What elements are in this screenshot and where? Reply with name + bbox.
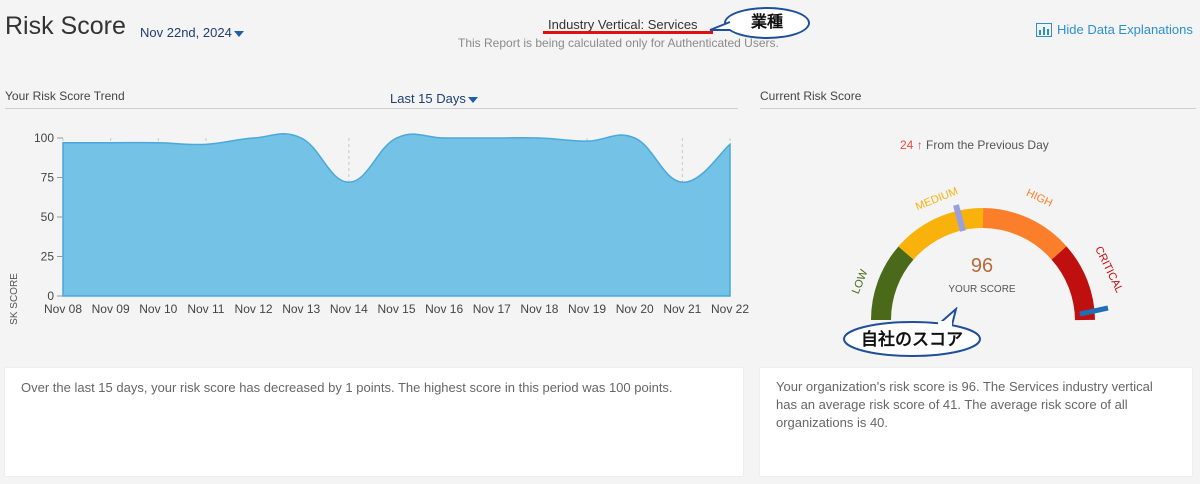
risk-score-trend-chart: 0 25 50 75 100 Nov 08 Nov 09 Nov 10 Nov 11 Nov 1… (9, 131, 749, 325)
x-tick-label: Nov 21 (663, 302, 701, 316)
y-tick-label: 100 (34, 131, 54, 145)
x-tick-label: Nov 16 (425, 302, 463, 316)
gauge-label-medium: MEDIUM (914, 185, 960, 213)
y-tick-label: 0 (47, 289, 54, 303)
chart-icon (1036, 22, 1052, 37)
caret-down-icon (233, 30, 244, 37)
current-explanation-text: Your organization's risk score is 96. Th… (776, 379, 1153, 430)
y-tick-label: 75 (41, 171, 55, 185)
x-tick-label: Nov 22 (711, 302, 749, 316)
score-value: 96 (971, 255, 993, 277)
range-selector[interactable]: Last 15 Days (390, 91, 478, 106)
date-selector[interactable]: Nov 22nd, 2024 (140, 25, 244, 40)
industry-callout-tail (709, 21, 731, 31)
range-label: Last 15 Days (390, 91, 466, 106)
trend-explanation-panel: Over the last 15 days, your risk score h… (5, 368, 743, 476)
trend-divider (5, 108, 738, 109)
gauge-label-high: HIGH (1024, 187, 1054, 210)
caret-down-icon (467, 96, 478, 103)
x-tick-label: Nov 08 (44, 302, 82, 316)
hide-data-explanations-button[interactable]: Hide Data Explanations (1036, 22, 1193, 37)
y-tick-label: 50 (41, 210, 55, 224)
page-title: Risk Score (5, 12, 126, 40)
industry-vertical-label: Industry Vertical: Services (548, 17, 698, 32)
trend-section-title: Your Risk Score Trend (5, 89, 125, 103)
x-tick-label: Nov 19 (568, 302, 606, 316)
change-text: From the Previous Day (926, 138, 1049, 152)
y-axis-label: RISK SCORE (9, 273, 20, 325)
gauge-segment-high (982, 208, 1067, 260)
gauge-label-critical: CRITICAL (1092, 245, 1125, 295)
industry-callout: 業種 (724, 7, 810, 39)
change-value: 24 (900, 138, 914, 152)
x-tick-label: Nov 14 (330, 302, 368, 316)
score-callout: 自社のスコア (843, 307, 981, 357)
x-tick-label: Nov 10 (139, 302, 177, 316)
current-explanation-panel: Your organization's risk score is 96. Th… (760, 368, 1192, 476)
current-section-title: Current Risk Score (760, 89, 862, 103)
x-tick-label: Nov 20 (616, 302, 654, 316)
x-tick-label: Nov 13 (282, 302, 320, 316)
score-callout-text: 自社のスコア (861, 329, 963, 349)
x-tick-label: Nov 15 (377, 302, 415, 316)
report-note: This Report is being calculated only for… (458, 36, 779, 50)
current-divider (760, 108, 1196, 109)
trend-explanation-text: Over the last 15 days, your risk score h… (21, 380, 673, 395)
gauge-segment-medium (898, 207, 984, 260)
x-tick-label: Nov 11 (187, 302, 224, 316)
gauge-label-low: LOW (850, 267, 871, 295)
gauge-segment-critical (1051, 246, 1095, 321)
date-label: Nov 22nd, 2024 (140, 25, 232, 40)
risk-score-area (62, 133, 731, 297)
x-tick-label: Nov 09 (92, 302, 130, 316)
y-tick-label: 25 (41, 250, 55, 264)
arrow-up-icon: ↑ (916, 138, 923, 152)
x-tick-label: Nov 18 (520, 302, 558, 316)
x-tick-label: Nov 17 (473, 302, 511, 316)
industry-underline-annotation (543, 31, 713, 34)
previous-day-change: 24 ↑ From the Previous Day (900, 138, 1049, 152)
score-label: YOUR SCORE (948, 284, 1016, 295)
hide-data-explanations-label: Hide Data Explanations (1057, 22, 1193, 37)
x-tick-label: Nov 12 (235, 302, 273, 316)
risk-gauge: LOW MEDIUM HIGH CRITICAL 96 YOUR SCORE (850, 185, 1125, 321)
